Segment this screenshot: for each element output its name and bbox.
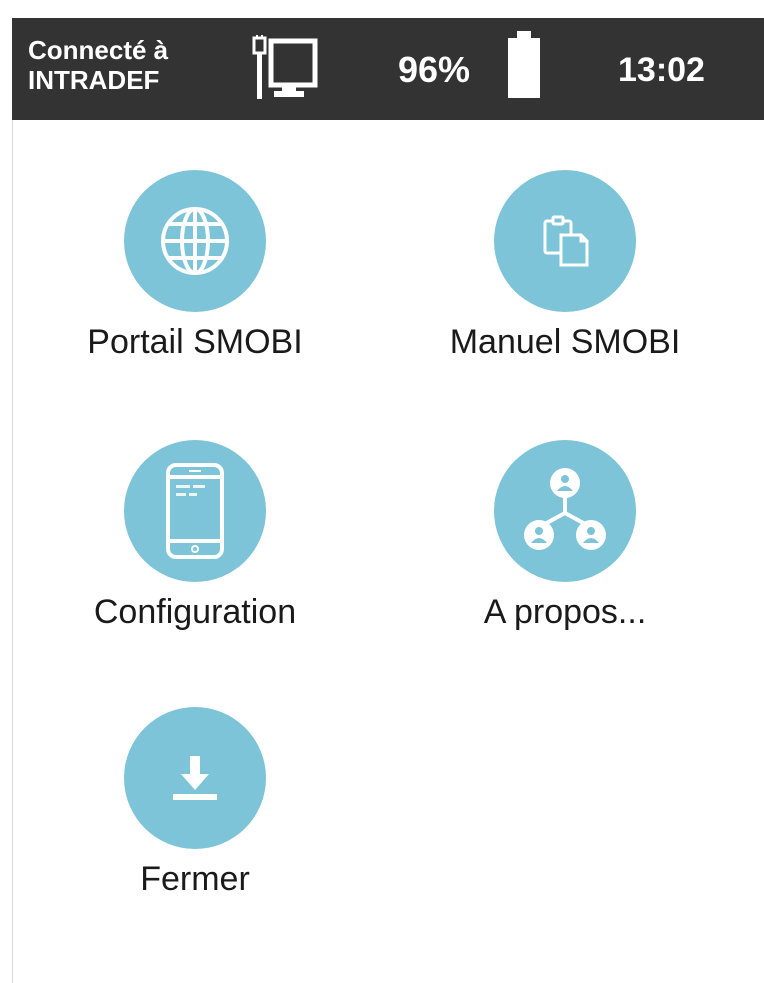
manuel-icon-circle[interactable]	[494, 170, 636, 312]
a-propos-icon-circle[interactable]	[494, 440, 636, 582]
portail-smobi-button[interactable]: Portail SMOBI	[60, 170, 330, 400]
portail-icon-circle[interactable]	[124, 170, 266, 312]
battery-percent: 96%	[398, 49, 471, 90]
connection-status: Connecté à INTRADEF	[28, 35, 168, 95]
battery-icon	[508, 31, 540, 98]
manuel-smobi-button[interactable]: Manuel SMOBI	[430, 170, 700, 400]
fermer-button[interactable]: Fermer	[60, 707, 330, 937]
a-propos-label: A propos...	[483, 593, 647, 631]
network-computer-icon	[252, 35, 318, 99]
fermer-icon-circle[interactable]	[124, 707, 266, 849]
globe-icon	[161, 207, 229, 275]
configuration-label: Configuration	[93, 593, 297, 631]
status-bar: Connecté à INTRADEF 96% 13:02	[12, 18, 764, 120]
configuration-button[interactable]: Configuration	[60, 440, 330, 670]
a-propos-button[interactable]: A propos...	[430, 440, 700, 670]
clock-time: 13:02	[618, 51, 705, 89]
portail-smobi-label: Portail SMOBI	[87, 323, 303, 361]
connection-line-1: Connecté à	[28, 35, 169, 65]
people-network-icon	[524, 468, 606, 550]
left-border	[12, 120, 13, 983]
smartphone-icon	[166, 463, 224, 559]
configuration-icon-circle[interactable]	[124, 440, 266, 582]
manuel-smobi-label: Manuel SMOBI	[449, 323, 681, 361]
clipboard-copy-icon	[543, 215, 589, 267]
download-icon	[173, 756, 217, 800]
connection-network-name: INTRADEF	[28, 65, 160, 95]
fermer-label: Fermer	[140, 860, 250, 898]
